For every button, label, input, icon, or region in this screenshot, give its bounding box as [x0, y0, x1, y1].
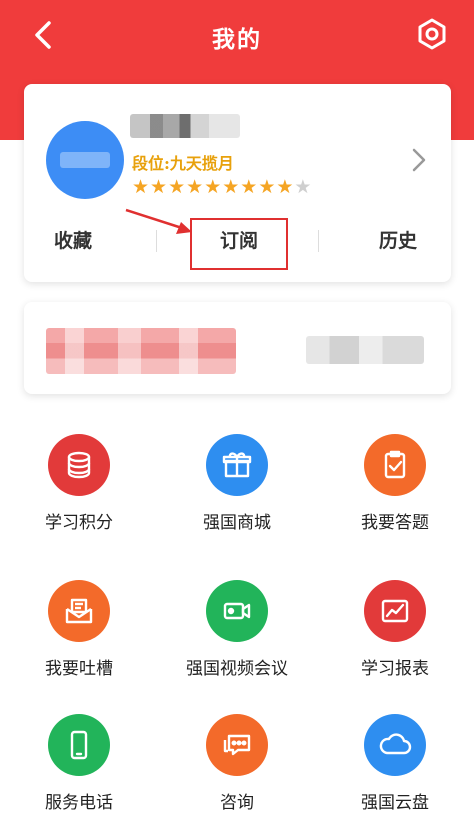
star-filled-icon: ★	[168, 176, 187, 198]
stats-card	[24, 302, 451, 394]
video-camera-icon	[223, 602, 251, 620]
grid-item-quiz[interactable]: 我要答题	[316, 428, 474, 548]
grid-icon-circle	[364, 714, 426, 776]
chat-bubble-icon	[223, 734, 251, 756]
chevron-right-icon[interactable]	[409, 146, 429, 174]
settings-button[interactable]	[414, 16, 450, 52]
grid-item-study-points[interactable]: 学习积分	[0, 428, 158, 548]
grid-icon-circle	[364, 580, 426, 642]
tab-divider	[318, 230, 319, 252]
tab-history[interactable]: 历史	[379, 226, 417, 253]
grid-item-label: 学习报表	[361, 659, 429, 679]
annotation-arrow-icon	[125, 208, 192, 234]
chart-report-icon	[381, 599, 409, 623]
rating-stars: ★★★★★★★★★★	[132, 176, 312, 198]
star-filled-icon: ★	[222, 176, 241, 198]
profile-card: 段位:九天揽月 ★★★★★★★★★★ 收藏 订阅 历史	[24, 84, 451, 282]
grid-item-label: 咨询	[220, 793, 254, 813]
grid-item-consult[interactable]: 咨询	[158, 708, 316, 815]
avatar-redacted	[60, 152, 110, 168]
star-filled-icon: ★	[276, 176, 295, 198]
highlight-box	[190, 218, 288, 270]
user-rank: 段位:九天揽月	[132, 154, 234, 173]
coins-icon	[67, 451, 91, 479]
grid-item-feedback[interactable]: 我要吐槽	[0, 574, 158, 694]
grid-item-label: 强国视频会议	[186, 659, 288, 679]
grid-item-label: 我要吐槽	[45, 659, 113, 679]
grid-item-video-meeting[interactable]: 强国视频会议	[158, 574, 316, 694]
page-title: 我的	[212, 27, 262, 53]
star-filled-icon: ★	[132, 176, 151, 198]
star-filled-icon: ★	[150, 176, 169, 198]
phone-icon	[70, 730, 88, 760]
gear-icon	[418, 18, 446, 50]
grid-icon-circle	[48, 434, 110, 496]
grid-icon-circle	[48, 580, 110, 642]
star-empty-icon: ★	[294, 176, 313, 198]
star-filled-icon: ★	[186, 176, 205, 198]
mail-envelope-icon	[65, 598, 93, 624]
grid-item-cloud-drive[interactable]: 强国云盘	[316, 708, 474, 815]
tab-favorites[interactable]: 收藏	[54, 226, 92, 253]
star-filled-icon: ★	[204, 176, 223, 198]
top-navigation-bar: 我的	[0, 0, 474, 72]
grid-item-service-phone[interactable]: 服务电话	[0, 708, 158, 815]
grid-icon-circle	[206, 580, 268, 642]
grid-icon-circle	[206, 714, 268, 776]
grid-item-store[interactable]: 强国商城	[158, 428, 316, 548]
star-filled-icon: ★	[258, 176, 277, 198]
stats-redacted-primary	[46, 328, 236, 374]
grid-item-label: 服务电话	[45, 793, 113, 813]
grid-icon-circle	[206, 434, 268, 496]
grid-icon-circle	[364, 434, 426, 496]
grid-item-label: 学习积分	[45, 513, 113, 533]
grid-item-study-report[interactable]: 学习报表	[316, 574, 474, 694]
grid-item-label: 我要答题	[361, 513, 429, 533]
cloud-icon	[379, 733, 412, 755]
stats-redacted-secondary	[306, 336, 424, 364]
clipboard-check-icon	[384, 450, 406, 479]
avatar[interactable]	[46, 121, 124, 199]
grid-item-label: 强国云盘	[361, 793, 429, 813]
username-redacted	[130, 114, 240, 138]
star-filled-icon: ★	[240, 176, 259, 198]
grid-item-label: 强国商城	[203, 513, 271, 533]
gift-box-icon	[222, 452, 252, 478]
grid-icon-circle	[48, 714, 110, 776]
